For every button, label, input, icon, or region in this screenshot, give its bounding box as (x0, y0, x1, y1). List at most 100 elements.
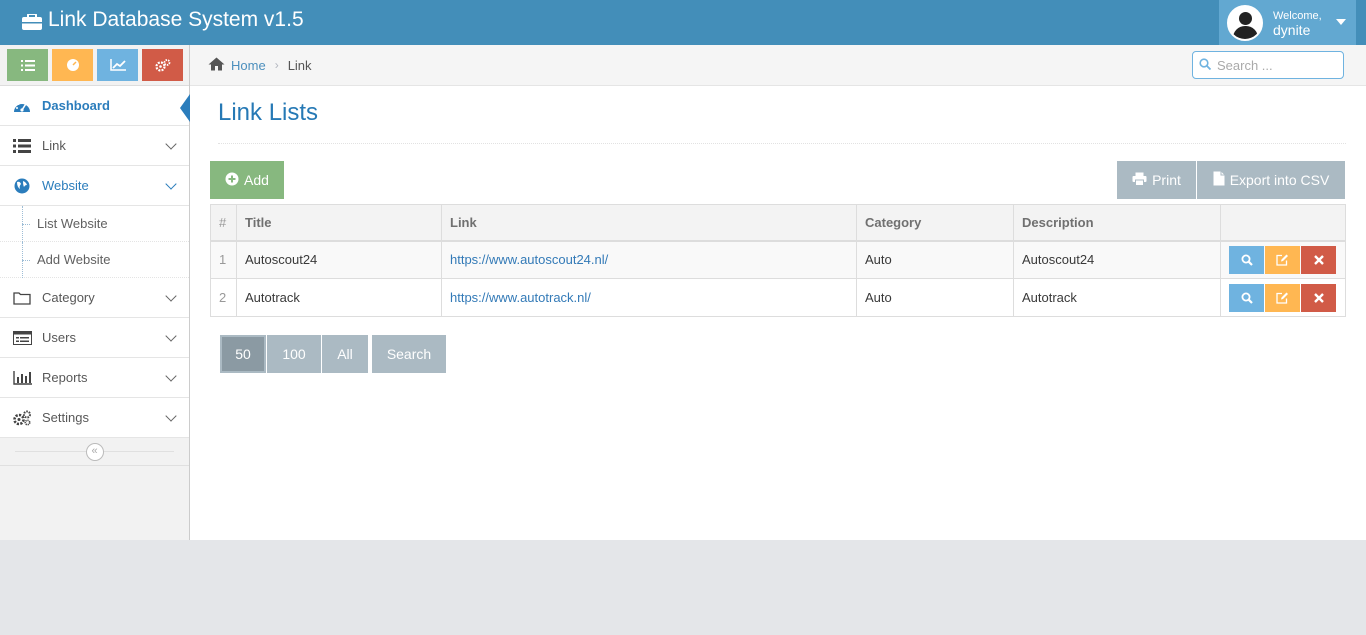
bar-chart-icon (12, 370, 32, 386)
print-button[interactable]: Print (1117, 161, 1196, 199)
sidebar-item-label: Category (42, 290, 95, 305)
avatar (1227, 4, 1263, 41)
sidebar-item-dashboard[interactable]: Dashboard (0, 86, 190, 126)
print-button-label: Print (1152, 172, 1181, 188)
delete-button[interactable] (1301, 245, 1336, 274)
cell-title: Autotrack (236, 278, 442, 317)
table-row: 2 Autotrack https://www.autotrack.nl/ Au… (210, 278, 1346, 317)
view-button[interactable] (1229, 245, 1264, 274)
cell-description: Autoscout24 (1013, 240, 1221, 279)
folder-icon (12, 290, 32, 306)
plus-circle-icon (225, 172, 239, 189)
edit-button[interactable] (1265, 283, 1300, 312)
brand[interactable]: Link Database System v1.5 (22, 8, 304, 32)
export-button-label: Export into CSV (1229, 172, 1330, 188)
cell-link: https://www.autotrack.nl/ (441, 278, 857, 317)
row-link[interactable]: https://www.autoscout24.nl/ (450, 252, 608, 267)
users-list-icon (12, 330, 32, 346)
chevron-down-icon (165, 410, 177, 422)
user-menu[interactable]: Welcome, dynite (1219, 0, 1356, 45)
shortcut-settings-button[interactable] (142, 49, 183, 81)
caret-down-icon (1336, 19, 1346, 25)
shortcut-chart-button[interactable] (97, 49, 138, 81)
sidebar-collapse-bar: « (0, 438, 189, 466)
chevron-down-icon (165, 138, 177, 150)
close-icon (1313, 292, 1324, 303)
sidebar-item-reports[interactable]: Reports (0, 358, 189, 398)
row-link[interactable]: https://www.autotrack.nl/ (450, 290, 591, 305)
chevron-down-icon (165, 178, 177, 190)
column-header-category[interactable]: Category (856, 204, 1014, 242)
website-submenu: List Website Add Website (0, 206, 189, 278)
submenu-item-list-website[interactable]: List Website (0, 206, 189, 242)
page-title: Link Lists (218, 99, 319, 126)
cell-category: Auto (856, 240, 1014, 279)
user-name: dynite (1273, 21, 1311, 38)
main-content: Home › Link Link Lists Add Print Export … (190, 45, 1366, 540)
sidebar-item-label: Reports (42, 370, 88, 385)
cell-description: Autotrack (1013, 278, 1221, 317)
search-icon (1241, 254, 1253, 266)
app-title: Link Database System v1.5 (48, 8, 304, 31)
chevron-down-icon (165, 370, 177, 382)
chevron-down-icon (165, 290, 177, 302)
sidebar-item-link[interactable]: Link (0, 126, 189, 166)
breadcrumb-home-link[interactable]: Home (231, 58, 266, 73)
sidebar-item-settings[interactable]: Settings (0, 398, 189, 438)
column-header-description[interactable]: Description (1013, 204, 1221, 242)
sidebar-item-users[interactable]: Users (0, 318, 189, 358)
shortcut-list-button[interactable] (7, 49, 48, 81)
edit-button[interactable] (1265, 245, 1300, 274)
dashboard-icon (66, 59, 79, 71)
sidebar: Dashboard Link Website List Website Add … (0, 45, 190, 540)
shortcut-dashboard-button[interactable] (52, 49, 93, 81)
sidebar-item-website[interactable]: Website (0, 166, 189, 206)
column-header-actions (1220, 204, 1346, 242)
cell-title: Autoscout24 (236, 240, 442, 279)
dashboard-icon (12, 98, 32, 114)
sidebar-item-label: Dashboard (42, 98, 110, 113)
close-icon (1313, 254, 1324, 265)
search-input[interactable] (1217, 57, 1337, 73)
breadcrumb: Home › Link (190, 45, 1366, 86)
sidebar-item-label: Settings (42, 410, 89, 425)
cell-link: https://www.autoscout24.nl/ (441, 240, 857, 279)
navbar: Link Database System v1.5 Welcome, dynit… (0, 0, 1366, 45)
page-size-50-button[interactable]: 50 (220, 335, 266, 373)
cell-actions (1220, 278, 1346, 317)
page-size-selector: 50 100 All Search (220, 335, 446, 373)
delete-button[interactable] (1301, 283, 1336, 312)
cogs-icon (12, 410, 32, 426)
links-table: # Title Link Category Description 1 Auto… (210, 204, 1346, 317)
cogs-icon (154, 58, 170, 72)
welcome-text: Welcome, (1273, 9, 1322, 22)
column-header-title[interactable]: Title (236, 204, 442, 242)
cell-number: 2 (210, 278, 237, 317)
cell-category: Auto (856, 278, 1014, 317)
sidebar-item-label: Users (42, 330, 76, 345)
add-button[interactable]: Add (210, 161, 284, 199)
sidebar-item-label: Website (42, 178, 89, 193)
sidebar-shortcuts (0, 45, 189, 86)
page-size-all-button[interactable]: All (322, 335, 368, 373)
column-header-number[interactable]: # (210, 204, 237, 242)
line-chart-icon (109, 59, 126, 71)
chevron-down-icon (165, 330, 177, 342)
chevron-right-icon: › (274, 58, 279, 72)
home-icon (208, 57, 225, 74)
column-header-link[interactable]: Link (441, 204, 857, 242)
edit-icon (1276, 254, 1288, 266)
double-chevron-left-icon[interactable]: « (85, 442, 104, 461)
file-icon (1213, 171, 1225, 189)
page-size-100-button[interactable]: 100 (267, 335, 321, 373)
list-icon (12, 138, 32, 154)
table-row: 1 Autoscout24 https://www.autoscout24.nl… (210, 240, 1346, 279)
search-button[interactable]: Search (372, 335, 446, 373)
search-icon (1241, 292, 1253, 304)
submenu-item-add-website[interactable]: Add Website (0, 242, 189, 278)
briefcase-icon (22, 12, 42, 30)
view-button[interactable] (1229, 283, 1264, 312)
page-header: Link Lists (218, 99, 1346, 144)
export-csv-button[interactable]: Export into CSV (1197, 161, 1345, 199)
sidebar-item-category[interactable]: Category (0, 278, 189, 318)
